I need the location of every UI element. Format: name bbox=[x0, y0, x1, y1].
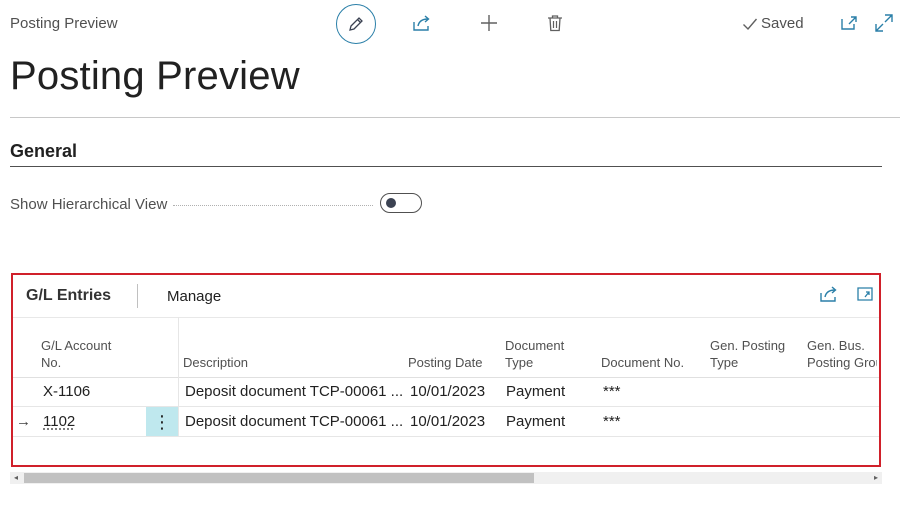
table-row-document-type[interactable]: Payment bbox=[506, 413, 565, 430]
column-header-description[interactable]: Description bbox=[183, 354, 248, 371]
column-header-line: G/L Account bbox=[41, 338, 112, 353]
column-header-line: Gen. Posting bbox=[710, 338, 786, 353]
row-actions-menu-button[interactable]: ⋮ bbox=[146, 407, 178, 437]
column-header-line: Document bbox=[505, 338, 565, 353]
current-row-arrow-icon: → bbox=[16, 413, 31, 430]
delete-button[interactable] bbox=[545, 12, 565, 34]
column-header-posting-date[interactable]: Posting Date bbox=[408, 354, 482, 371]
row-divider bbox=[13, 406, 879, 407]
breadcrumb: Posting Preview bbox=[10, 15, 118, 32]
title-divider bbox=[10, 117, 900, 118]
column-header-line: Posting Grou bbox=[807, 355, 877, 370]
table-row-document-no[interactable]: *** bbox=[603, 413, 621, 430]
share-icon bbox=[820, 286, 837, 302]
table-row-description[interactable]: Deposit document TCP-00061 ... bbox=[185, 413, 403, 430]
share-icon bbox=[413, 15, 430, 31]
toggle-knob bbox=[386, 198, 396, 208]
table-row-posting-date[interactable]: 10/01/2023 bbox=[410, 413, 485, 430]
column-header-line: Type bbox=[710, 355, 739, 370]
grid-header-divider bbox=[13, 377, 879, 378]
column-header-line: No. bbox=[41, 355, 62, 370]
show-hierarchical-view-label: Show Hierarchical View bbox=[10, 196, 168, 213]
saved-status: Saved bbox=[742, 15, 804, 32]
plus-icon bbox=[481, 15, 497, 31]
column-header-gl-account-no[interactable]: G/L Account No. bbox=[41, 337, 111, 371]
gl-entries-title[interactable]: G/L Entries bbox=[26, 287, 111, 305]
pencil-icon bbox=[349, 17, 363, 31]
table-row-document-type[interactable]: Payment bbox=[506, 383, 565, 400]
expand-button[interactable] bbox=[873, 12, 895, 34]
scroll-right-arrow-icon[interactable]: ▸ bbox=[874, 472, 878, 484]
account-link[interactable]: 1102 bbox=[43, 413, 75, 430]
table-row-description[interactable]: Deposit document TCP-00061 ... bbox=[185, 383, 403, 400]
column-header-line: Type bbox=[505, 355, 534, 370]
expand-icon bbox=[875, 14, 893, 32]
share-button[interactable] bbox=[410, 12, 434, 34]
table-row-posting-date[interactable]: 10/01/2023 bbox=[410, 383, 485, 400]
table-row-account[interactable]: X-1106 bbox=[43, 383, 90, 400]
column-header-gen-bus-posting-group[interactable]: Gen. Bus. Posting Grou bbox=[807, 337, 877, 371]
row-divider bbox=[13, 436, 879, 437]
part-fullscreen-button[interactable] bbox=[856, 285, 874, 308]
column-header-document-no[interactable]: Document No. bbox=[601, 354, 684, 371]
column-header-document-type[interactable]: Document Type bbox=[505, 337, 564, 371]
frozen-column-divider bbox=[178, 317, 179, 437]
table-row-account[interactable]: 1102 bbox=[43, 413, 75, 430]
column-header-line: Gen. Bus. bbox=[807, 338, 865, 353]
scrollbar-thumb[interactable] bbox=[24, 473, 534, 483]
manage-menu[interactable]: Manage bbox=[167, 288, 221, 305]
general-section-title[interactable]: General bbox=[10, 141, 77, 162]
open-new-window-button[interactable] bbox=[839, 13, 859, 33]
fullscreen-icon bbox=[857, 287, 873, 301]
new-button[interactable] bbox=[478, 12, 500, 34]
table-row-document-no[interactable]: *** bbox=[603, 383, 621, 400]
column-header-gen-posting-type[interactable]: Gen. Posting Type bbox=[710, 337, 785, 371]
show-hierarchical-view-toggle[interactable] bbox=[380, 193, 422, 213]
horizontal-scrollbar[interactable]: ◂ ▸ bbox=[10, 472, 882, 484]
trash-icon bbox=[548, 15, 562, 32]
section-divider bbox=[10, 166, 882, 167]
open-in-new-window-icon bbox=[841, 16, 857, 30]
scroll-left-arrow-icon[interactable]: ◂ bbox=[14, 472, 18, 484]
header-separator bbox=[137, 284, 138, 308]
checkmark-icon bbox=[743, 18, 758, 30]
saved-label: Saved bbox=[761, 15, 804, 32]
gl-entries-part: G/L Entries Manage G/L Account No. Descr… bbox=[11, 273, 881, 467]
edit-button[interactable] bbox=[336, 4, 376, 44]
page-title: Posting Preview bbox=[10, 54, 300, 98]
gl-entries-header: G/L Entries Manage bbox=[13, 275, 879, 318]
part-share-button[interactable] bbox=[819, 285, 839, 308]
field-leader-dots bbox=[173, 205, 373, 206]
